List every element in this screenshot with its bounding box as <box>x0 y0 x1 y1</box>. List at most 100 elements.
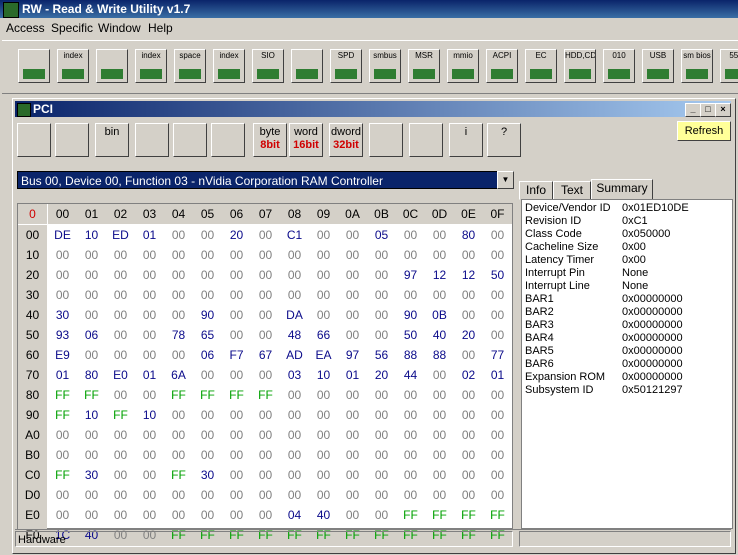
register-cell[interactable]: 00 <box>251 505 280 525</box>
register-cell[interactable]: 00 <box>280 445 309 465</box>
register-cell[interactable]: 00 <box>106 505 135 525</box>
register-cell[interactable]: 00 <box>425 365 454 385</box>
register-cell[interactable]: 00 <box>222 465 251 485</box>
register-cell[interactable]: 6A <box>164 365 193 385</box>
register-cell[interactable]: 00 <box>396 445 425 465</box>
register-cell[interactable]: EA <box>309 345 338 365</box>
register-cell[interactable]: 00 <box>309 265 338 285</box>
register-cell[interactable]: 77 <box>483 345 512 365</box>
maximize-button[interactable]: □ <box>700 103 716 117</box>
register-cell[interactable]: 00 <box>251 445 280 465</box>
register-cell[interactable]: 00 <box>164 245 193 265</box>
register-cell[interactable]: 00 <box>222 325 251 345</box>
register-cell[interactable]: 00 <box>48 245 77 265</box>
register-cell[interactable]: 97 <box>338 345 367 365</box>
register-cell[interactable]: 00 <box>309 425 338 445</box>
toolbar-index-button[interactable]: index <box>57 49 89 83</box>
toolbar-sio-button[interactable]: SIO <box>252 49 284 83</box>
register-cell[interactable]: C1 <box>280 225 309 245</box>
register-cell[interactable]: 00 <box>338 505 367 525</box>
register-cell[interactable]: 67 <box>251 345 280 365</box>
register-cell[interactable]: 90 <box>396 305 425 325</box>
register-cell[interactable]: 00 <box>251 265 280 285</box>
register-cell[interactable]: 30 <box>193 465 222 485</box>
register-cell[interactable]: 00 <box>222 245 251 265</box>
register-cell[interactable]: 00 <box>193 285 222 305</box>
register-cell[interactable]: 00 <box>222 265 251 285</box>
register-cell[interactable]: 12 <box>454 265 483 285</box>
register-cell[interactable]: 00 <box>425 405 454 425</box>
register-cell[interactable]: 00 <box>396 465 425 485</box>
register-cell[interactable]: 00 <box>454 485 483 505</box>
register-cell[interactable]: 00 <box>454 405 483 425</box>
register-cell[interactable]: 10 <box>309 365 338 385</box>
register-cell[interactable]: 00 <box>77 285 106 305</box>
tab-info[interactable]: Info <box>519 181 553 200</box>
register-cell[interactable]: 78 <box>164 325 193 345</box>
register-cell[interactable]: DA <box>280 305 309 325</box>
register-cell[interactable]: 00 <box>106 345 135 365</box>
register-cell[interactable]: FF <box>396 505 425 525</box>
save-button[interactable] <box>17 123 51 157</box>
register-cell[interactable]: 00 <box>222 445 251 465</box>
tab-text[interactable]: Text <box>553 181 591 200</box>
register-cell[interactable]: 00 <box>222 485 251 505</box>
register-cell[interactable]: 00 <box>454 345 483 365</box>
register-cell[interactable]: 00 <box>338 225 367 245</box>
register-cell[interactable]: 90 <box>193 305 222 325</box>
register-cell[interactable]: 00 <box>454 245 483 265</box>
register-cell[interactable]: 00 <box>251 285 280 305</box>
register-cell[interactable]: 50 <box>396 325 425 345</box>
register-cell[interactable]: 00 <box>338 445 367 465</box>
register-cell[interactable]: 00 <box>222 505 251 525</box>
register-cell[interactable]: 00 <box>425 285 454 305</box>
register-cell[interactable]: E9 <box>48 345 77 365</box>
register-cell[interactable]: 00 <box>367 445 396 465</box>
register-cell[interactable]: FF <box>48 405 77 425</box>
register-cell[interactable]: 00 <box>251 245 280 265</box>
register-cell[interactable]: 00 <box>164 265 193 285</box>
register-cell[interactable]: 00 <box>367 485 396 505</box>
register-cell[interactable]: 00 <box>396 485 425 505</box>
register-cell[interactable]: 00 <box>280 385 309 405</box>
register-cell[interactable]: 66 <box>309 325 338 345</box>
register-cell[interactable]: 00 <box>48 445 77 465</box>
toolbar-io-index-button[interactable]: index <box>213 49 245 83</box>
save-all-button[interactable] <box>55 123 89 157</box>
register-cell[interactable]: 00 <box>77 345 106 365</box>
register-cell[interactable]: 00 <box>48 285 77 305</box>
list-button[interactable] <box>369 123 403 157</box>
register-cell[interactable]: 00 <box>425 465 454 485</box>
toolbar-oscilloscope-button[interactable] <box>291 49 323 83</box>
register-cell[interactable]: 00 <box>48 425 77 445</box>
register-cell[interactable]: 44 <box>396 365 425 385</box>
toolbar-acpi-button[interactable]: ACPI <box>486 49 518 83</box>
register-cell[interactable]: 88 <box>396 345 425 365</box>
toolbar-smbios-button[interactable]: sm bios <box>681 49 713 83</box>
toolbar-mmio-button[interactable]: mmio <box>447 49 479 83</box>
register-cell[interactable]: 56 <box>367 345 396 365</box>
register-cell[interactable]: 00 <box>338 285 367 305</box>
register-cell[interactable]: 00 <box>193 505 222 525</box>
register-cell[interactable]: 10 <box>77 225 106 245</box>
bin-button[interactable]: bin <box>95 123 129 157</box>
register-cell[interactable]: 00 <box>309 445 338 465</box>
tab-summary[interactable]: Summary <box>591 179 653 200</box>
register-cell[interactable]: 00 <box>396 425 425 445</box>
register-cell[interactable]: 00 <box>483 385 512 405</box>
register-cell[interactable]: 00 <box>135 385 164 405</box>
register-cell[interactable]: 00 <box>367 325 396 345</box>
register-cell[interactable]: 00 <box>251 325 280 345</box>
register-cell[interactable]: 00 <box>193 225 222 245</box>
register-cell[interactable]: 00 <box>309 385 338 405</box>
register-cell[interactable]: 00 <box>135 425 164 445</box>
register-cell[interactable]: 00 <box>483 445 512 465</box>
register-cell[interactable]: 00 <box>193 445 222 465</box>
toolbar-usb-button[interactable]: USB <box>642 49 674 83</box>
refresh-button[interactable]: Refresh <box>677 121 731 141</box>
register-cell[interactable]: 00 <box>338 245 367 265</box>
register-cell[interactable]: 01 <box>135 225 164 245</box>
register-cell[interactable]: 20 <box>454 325 483 345</box>
register-cell[interactable]: 06 <box>77 325 106 345</box>
register-cell[interactable]: 00 <box>338 425 367 445</box>
